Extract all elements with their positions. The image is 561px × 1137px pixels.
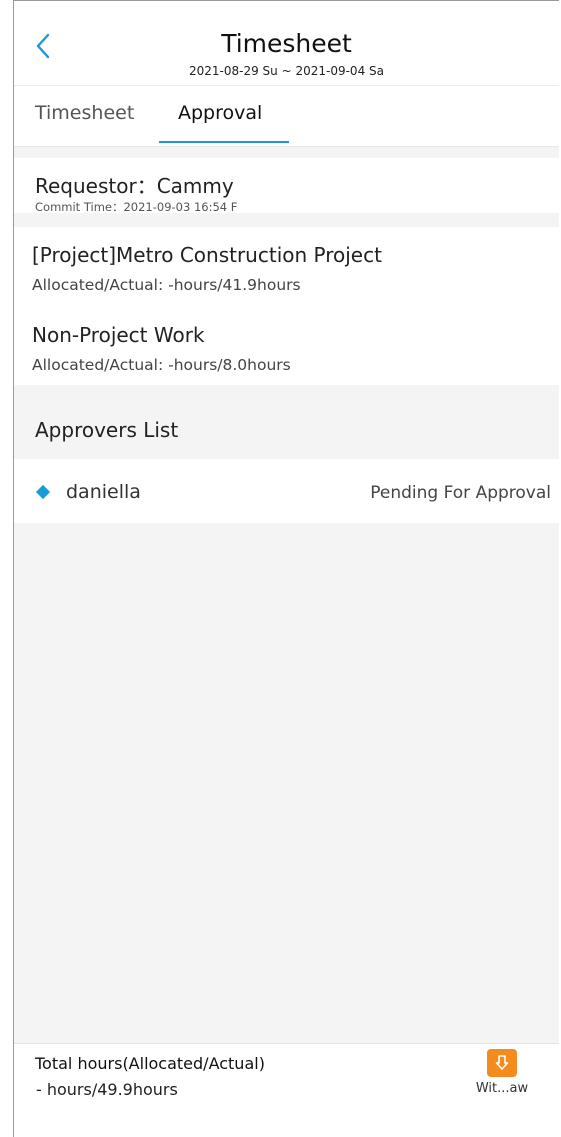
approver-name: daniella (66, 481, 141, 503)
page-title: Timesheet (221, 29, 352, 58)
withdraw-button[interactable]: Wit...aw (466, 1049, 538, 1109)
date-range: 2021-08-29 Su ~ 2021-09-04 Sa (189, 64, 384, 78)
project-title[interactable]: [Project]Metro Construction Project (32, 243, 382, 267)
tab-bar: Timesheet Approval (14, 86, 559, 147)
tab-timesheet[interactable]: Timesheet (35, 102, 134, 124)
non-project-title[interactable]: Non-Project Work (32, 323, 205, 347)
withdraw-label: Wit...aw (475, 1081, 529, 1096)
status-badge: Pending For Approval (370, 483, 551, 503)
withdraw-icon (487, 1049, 517, 1077)
approvers-list-heading: Approvers List (35, 418, 179, 442)
non-project-hours: Allocated/Actual: -hours/8.0hours (32, 356, 291, 374)
total-hours-value: - hours/49.9hours (36, 1080, 178, 1099)
tab-approval[interactable]: Approval (178, 102, 262, 124)
project-hours: Allocated/Actual: -hours/41.9hours (32, 276, 301, 294)
total-hours-label: Total hours(Allocated/Actual) (35, 1054, 265, 1073)
project-list: [Project]Metro Construction Project Allo… (14, 227, 559, 385)
active-tab-indicator (159, 141, 289, 143)
footer-bar: Total hours(Allocated/Actual) - hours/49… (14, 1043, 559, 1137)
app-screen: Timesheet 2021-08-29 Su ~ 2021-09-04 Sa … (13, 0, 559, 1137)
list-item[interactable]: daniella Pending For Approval (14, 459, 559, 523)
diamond-bullet-icon (35, 484, 51, 500)
requestor-label: Requestor：Cammy (35, 174, 234, 198)
header: Timesheet 2021-08-29 Su ~ 2021-09-04 Sa (14, 1, 559, 86)
request-info: Requestor：Cammy Commit Time：2021-09-03 1… (14, 158, 559, 214)
commit-time: Commit Time：2021-09-03 16:54 F (35, 200, 238, 214)
